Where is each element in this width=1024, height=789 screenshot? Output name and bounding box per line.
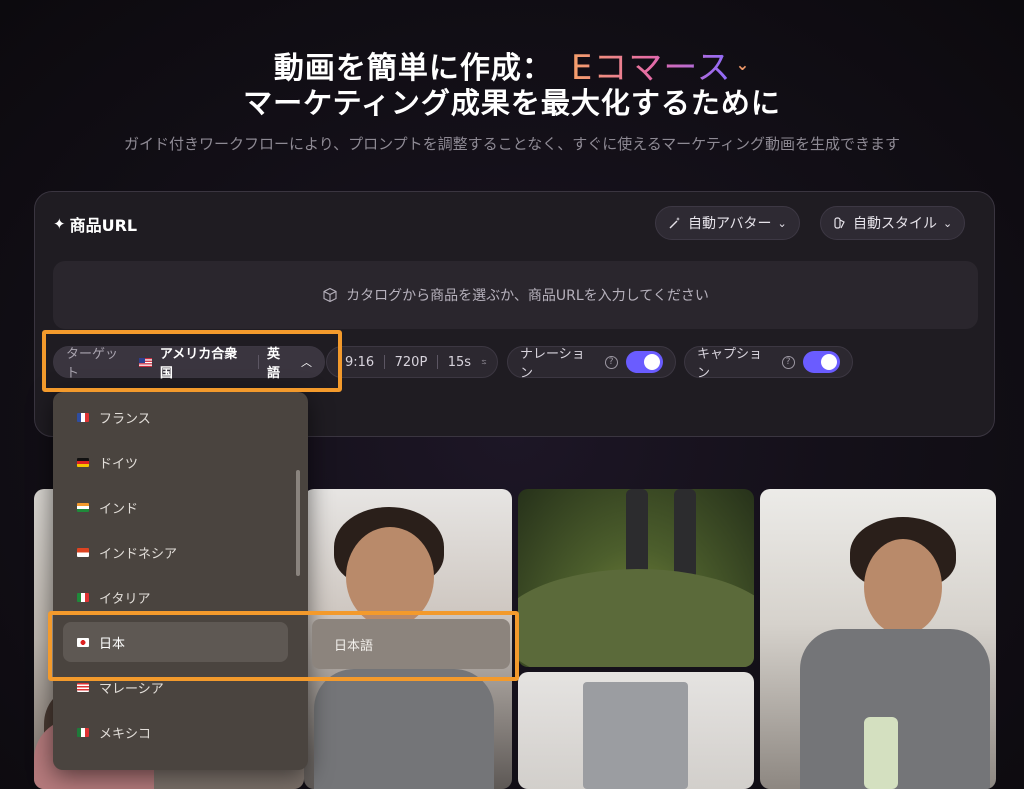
caption-label: キャプション bbox=[697, 347, 763, 381]
style-icon bbox=[834, 217, 845, 229]
hero-subtitle: ガイド付きワークフローにより、プロンプトを調整することなく、すぐに使えるマーケテ… bbox=[124, 135, 900, 153]
card-title: ✦ 商品URL bbox=[53, 212, 137, 236]
target-country-dropdown: フランス ドイツ インド インドネシア イタリア 日本 マレーシア メキシコ bbox=[53, 392, 308, 770]
italy-flag-icon bbox=[77, 592, 89, 602]
dropdown-item-germany[interactable]: ドイツ bbox=[63, 442, 288, 482]
chevron-down-icon: ⌄ bbox=[777, 216, 787, 230]
help-icon[interactable]: ? bbox=[781, 355, 795, 369]
sample-video-thumbnail[interactable] bbox=[518, 489, 754, 667]
dropdown-item-italy[interactable]: イタリア bbox=[63, 577, 288, 617]
product-url-input[interactable]: カタログから商品を選ぶか、商品URLを入力してください bbox=[53, 261, 978, 329]
narration-toggle[interactable] bbox=[625, 351, 663, 373]
help-icon[interactable]: ? bbox=[604, 355, 618, 369]
dropdown-item-label: メキシコ bbox=[99, 726, 152, 742]
leg-shape bbox=[626, 489, 648, 579]
aspect-ratio-value: 9:16 bbox=[345, 354, 375, 370]
india-flag-icon bbox=[77, 502, 89, 512]
chevron-up-icon: ︿ bbox=[301, 356, 312, 369]
sweatpants-shape bbox=[583, 682, 688, 789]
dropdown-item-label: インドネシア bbox=[99, 546, 178, 562]
dropdown-item-label: マレーシア bbox=[99, 681, 164, 697]
resolution-value: 720P bbox=[394, 354, 428, 370]
card-title-label: 商品URL bbox=[69, 216, 138, 235]
face-shape bbox=[346, 527, 434, 627]
us-flag-icon bbox=[138, 357, 152, 367]
target-label: ターゲット bbox=[66, 347, 119, 381]
leg-shape bbox=[674, 489, 696, 579]
auto-style-label: 自動スタイル bbox=[853, 216, 937, 232]
germany-flag-icon bbox=[77, 457, 89, 467]
target-language: 英語 bbox=[267, 347, 281, 381]
auto-avatar-label: 自動アバター bbox=[688, 216, 772, 232]
dropdown-item-label: イタリア bbox=[99, 591, 151, 607]
auto-avatar-button[interactable]: 自動アバター ⌄ bbox=[655, 206, 800, 240]
dropdown-item-japan[interactable]: 日本 bbox=[63, 622, 288, 662]
url-placeholder: カタログから商品を選ぶか、商品URLを入力してください bbox=[346, 288, 709, 304]
dropdown-item-label: 日本 bbox=[99, 636, 126, 652]
target-selector[interactable]: ターゲット アメリカ合衆国 英語 ︿ bbox=[53, 346, 325, 381]
dropdown-item-mexico[interactable]: メキシコ bbox=[63, 712, 288, 752]
japan-flag-icon bbox=[77, 637, 89, 647]
indonesia-flag-icon bbox=[77, 547, 89, 557]
sliders-icon bbox=[481, 359, 487, 365]
dropdown-item-malaysia[interactable]: マレーシア bbox=[63, 667, 288, 707]
dropdown-item-indonesia[interactable]: インドネシア bbox=[63, 532, 288, 572]
chevron-down-icon[interactable]: ⌄ bbox=[736, 55, 750, 74]
dropdown-item-label: フランス bbox=[99, 411, 151, 427]
chevron-down-icon: ⌄ bbox=[943, 216, 953, 230]
video-settings-button[interactable]: 9:16 720P 15s bbox=[326, 346, 498, 378]
sparkle-icon: ✦ bbox=[53, 215, 66, 233]
dropdown-scrollbar[interactable] bbox=[296, 470, 300, 576]
caption-toggle[interactable] bbox=[802, 351, 840, 373]
narration-label: ナレーション bbox=[520, 347, 585, 381]
submenu-language-label: 日本語 bbox=[334, 638, 374, 654]
hero-title-line2: マーケティング成果を最大化するために bbox=[243, 86, 781, 120]
duration-value: 15s bbox=[447, 354, 472, 370]
auto-style-button[interactable]: 自動スタイル ⌄ bbox=[820, 206, 966, 240]
dropdown-item-france[interactable]: フランス bbox=[63, 397, 288, 437]
dropdown-item-india[interactable]: インド bbox=[63, 487, 288, 527]
france-flag-icon bbox=[77, 412, 89, 422]
shirt-shape bbox=[314, 669, 494, 789]
dropdown-item-label: ドイツ bbox=[99, 456, 139, 472]
target-country: アメリカ合衆国 bbox=[159, 347, 238, 381]
wand-icon bbox=[669, 217, 680, 229]
divider bbox=[258, 355, 260, 369]
caption-option: キャプション ? bbox=[684, 346, 853, 381]
sample-video-thumbnail[interactable] bbox=[518, 672, 754, 789]
mexico-flag-icon bbox=[77, 727, 89, 737]
dropdown-item-label: インド bbox=[99, 501, 139, 517]
sample-video-thumbnail[interactable] bbox=[760, 489, 996, 789]
language-submenu-item[interactable]: 日本語 bbox=[312, 619, 510, 669]
can-shape bbox=[864, 717, 898, 789]
face-shape bbox=[864, 539, 942, 635]
cube-icon bbox=[323, 287, 337, 303]
moss-rock-shape bbox=[518, 569, 754, 667]
malaysia-flag-icon bbox=[77, 682, 89, 692]
narration-option: ナレーション ? bbox=[507, 346, 676, 381]
